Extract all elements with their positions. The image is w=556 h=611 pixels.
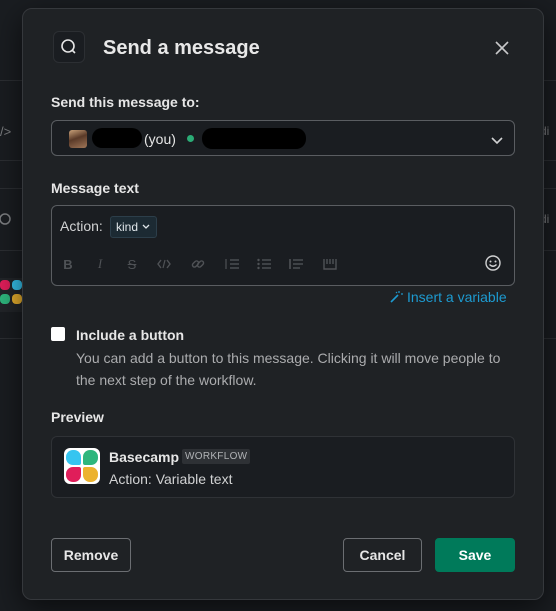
magic-wand-icon (390, 291, 403, 303)
background-code-glyph: /> (0, 124, 12, 139)
recipient-label: Send this message to: (51, 94, 200, 110)
italic-icon[interactable]: I (92, 256, 108, 271)
message-text-label: Message text (51, 180, 139, 196)
avatar (69, 130, 87, 148)
emoji-icon[interactable] (484, 254, 502, 272)
workflow-badge: WORKFLOW (182, 449, 251, 464)
recipient-select[interactable]: (you) (51, 120, 515, 156)
modal-title: Send a message (103, 37, 260, 59)
message-prefix: Action: (60, 218, 103, 234)
message-editor[interactable]: Action: kind B I S (51, 205, 515, 286)
variable-chip-label: kind (116, 220, 139, 234)
background-search-icon (0, 212, 22, 231)
quote-icon[interactable] (288, 257, 304, 271)
remove-button[interactable]: Remove (51, 538, 131, 572)
include-button-label: Include a button (76, 327, 185, 343)
bold-icon[interactable]: B (60, 257, 76, 272)
background-app-logo (0, 278, 22, 312)
send-message-modal: Send a message Send this message to: (yo… (22, 8, 544, 600)
ordered-list-icon[interactable] (224, 257, 240, 271)
chevron-down-icon (142, 224, 150, 229)
preview-app-name: Basecamp (109, 449, 180, 465)
message-preview: Basecamp WORKFLOW Action: Variable text (51, 436, 515, 498)
insert-variable-link[interactable]: Insert a variable (389, 289, 507, 305)
variable-chip[interactable]: kind (110, 216, 158, 238)
strikethrough-icon[interactable]: S (124, 257, 140, 272)
preview-text: Action: Variable text (109, 471, 233, 487)
include-button-help: You can add a button to this message. Cl… (76, 350, 501, 388)
recipient-you-label: (you) (144, 131, 176, 147)
redacted-name (92, 128, 142, 148)
bullet-list-icon[interactable] (256, 257, 272, 271)
include-button-checkbox[interactable] (51, 327, 65, 341)
insert-variable-label: Insert a variable (407, 289, 507, 305)
preview-label: Preview (51, 409, 104, 425)
code-icon[interactable] (156, 257, 172, 271)
code-block-icon[interactable] (322, 257, 338, 271)
close-icon[interactable] (491, 37, 513, 59)
link-icon[interactable] (190, 257, 206, 271)
redacted-status (202, 128, 306, 149)
chevron-down-icon (490, 133, 504, 151)
cancel-button[interactable]: Cancel (343, 538, 422, 572)
save-button[interactable]: Save (435, 538, 515, 572)
search-icon (53, 31, 85, 63)
presence-dot (187, 135, 194, 142)
basecamp-logo (64, 448, 100, 484)
